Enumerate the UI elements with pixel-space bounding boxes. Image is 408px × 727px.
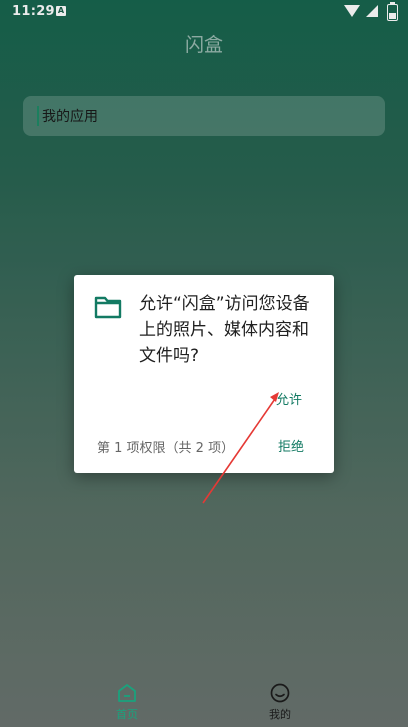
permission-dialog: 允许“闪盒”访问您设备上的照片、媒体内容和文件吗? 允许 第 1 项权限（共 2… — [74, 275, 334, 473]
nav-item-home[interactable]: 首页 — [97, 682, 157, 722]
nav-label-mine: 我的 — [269, 708, 291, 721]
bottom-nav: 首页 我的 — [0, 676, 408, 727]
nav-item-mine[interactable]: 我的 — [250, 682, 310, 722]
permission-count: 第 1 项权限（共 2 项） — [97, 441, 235, 456]
deny-button[interactable]: 拒绝 — [278, 436, 304, 455]
screen: 11:29 A 闪盒 我的应用 允许“闪盒”访问您设备上的照片、媒体内容和文件吗… — [0, 0, 408, 727]
allow-button[interactable]: 允许 — [274, 387, 304, 410]
home-icon — [118, 684, 136, 702]
folder-icon — [94, 296, 122, 319]
nav-label-home: 首页 — [116, 708, 138, 721]
smile-icon — [270, 683, 290, 703]
dialog-message: 允许“闪盒”访问您设备上的照片、媒体内容和文件吗? — [139, 294, 310, 366]
